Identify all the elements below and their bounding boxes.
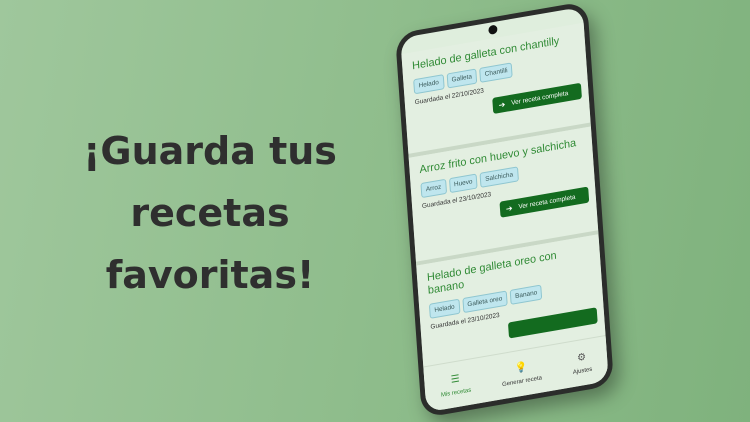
gear-icon: ⚙	[576, 351, 587, 364]
tag: Huevo	[448, 173, 478, 194]
tag: Helado	[413, 74, 445, 95]
nav-item-my-recipes[interactable]: ☰ Mis recetas	[440, 371, 472, 398]
headline: ¡Guarda tus recetas favoritas!	[60, 120, 360, 306]
tag: Helado	[428, 298, 461, 319]
headline-line-1: ¡Guarda tus	[83, 129, 337, 173]
camera-icon	[487, 24, 498, 36]
headline-line-2: recetas	[130, 191, 290, 235]
view-recipe-button-label: Ver receta completa	[510, 89, 569, 107]
tag: Banano	[509, 284, 543, 305]
nav-item-generate-recipe[interactable]: 💡 Generar receta	[501, 359, 543, 388]
tag: Chantilli	[479, 62, 514, 83]
tag: Galleta oreo	[461, 290, 508, 314]
tag: Salchicha	[479, 166, 519, 188]
phone-mockup: Helado de galleta con chantilly Helado G…	[395, 0, 615, 419]
headline-line-3: favoritas!	[105, 253, 315, 297]
phone-frame: Helado de galleta con chantilly Helado G…	[395, 0, 615, 419]
arrow-right-icon: ➔	[498, 99, 506, 110]
phone-screen: Helado de galleta con chantilly Helado G…	[400, 6, 609, 413]
lightbulb-icon: 💡	[514, 361, 528, 375]
nav-label: Mis recetas	[440, 387, 472, 399]
tag: Arroz	[420, 178, 447, 199]
view-recipe-button-label: Ver receta completa	[518, 193, 576, 211]
arrow-right-icon: ➔	[505, 203, 513, 214]
nav-label: Ajustes	[572, 366, 593, 376]
nav-label: Generar receta	[501, 374, 543, 388]
tag: Galleta	[446, 68, 478, 89]
nav-item-settings[interactable]: ⚙ Ajustes	[572, 350, 593, 375]
list-icon: ☰	[450, 372, 460, 386]
